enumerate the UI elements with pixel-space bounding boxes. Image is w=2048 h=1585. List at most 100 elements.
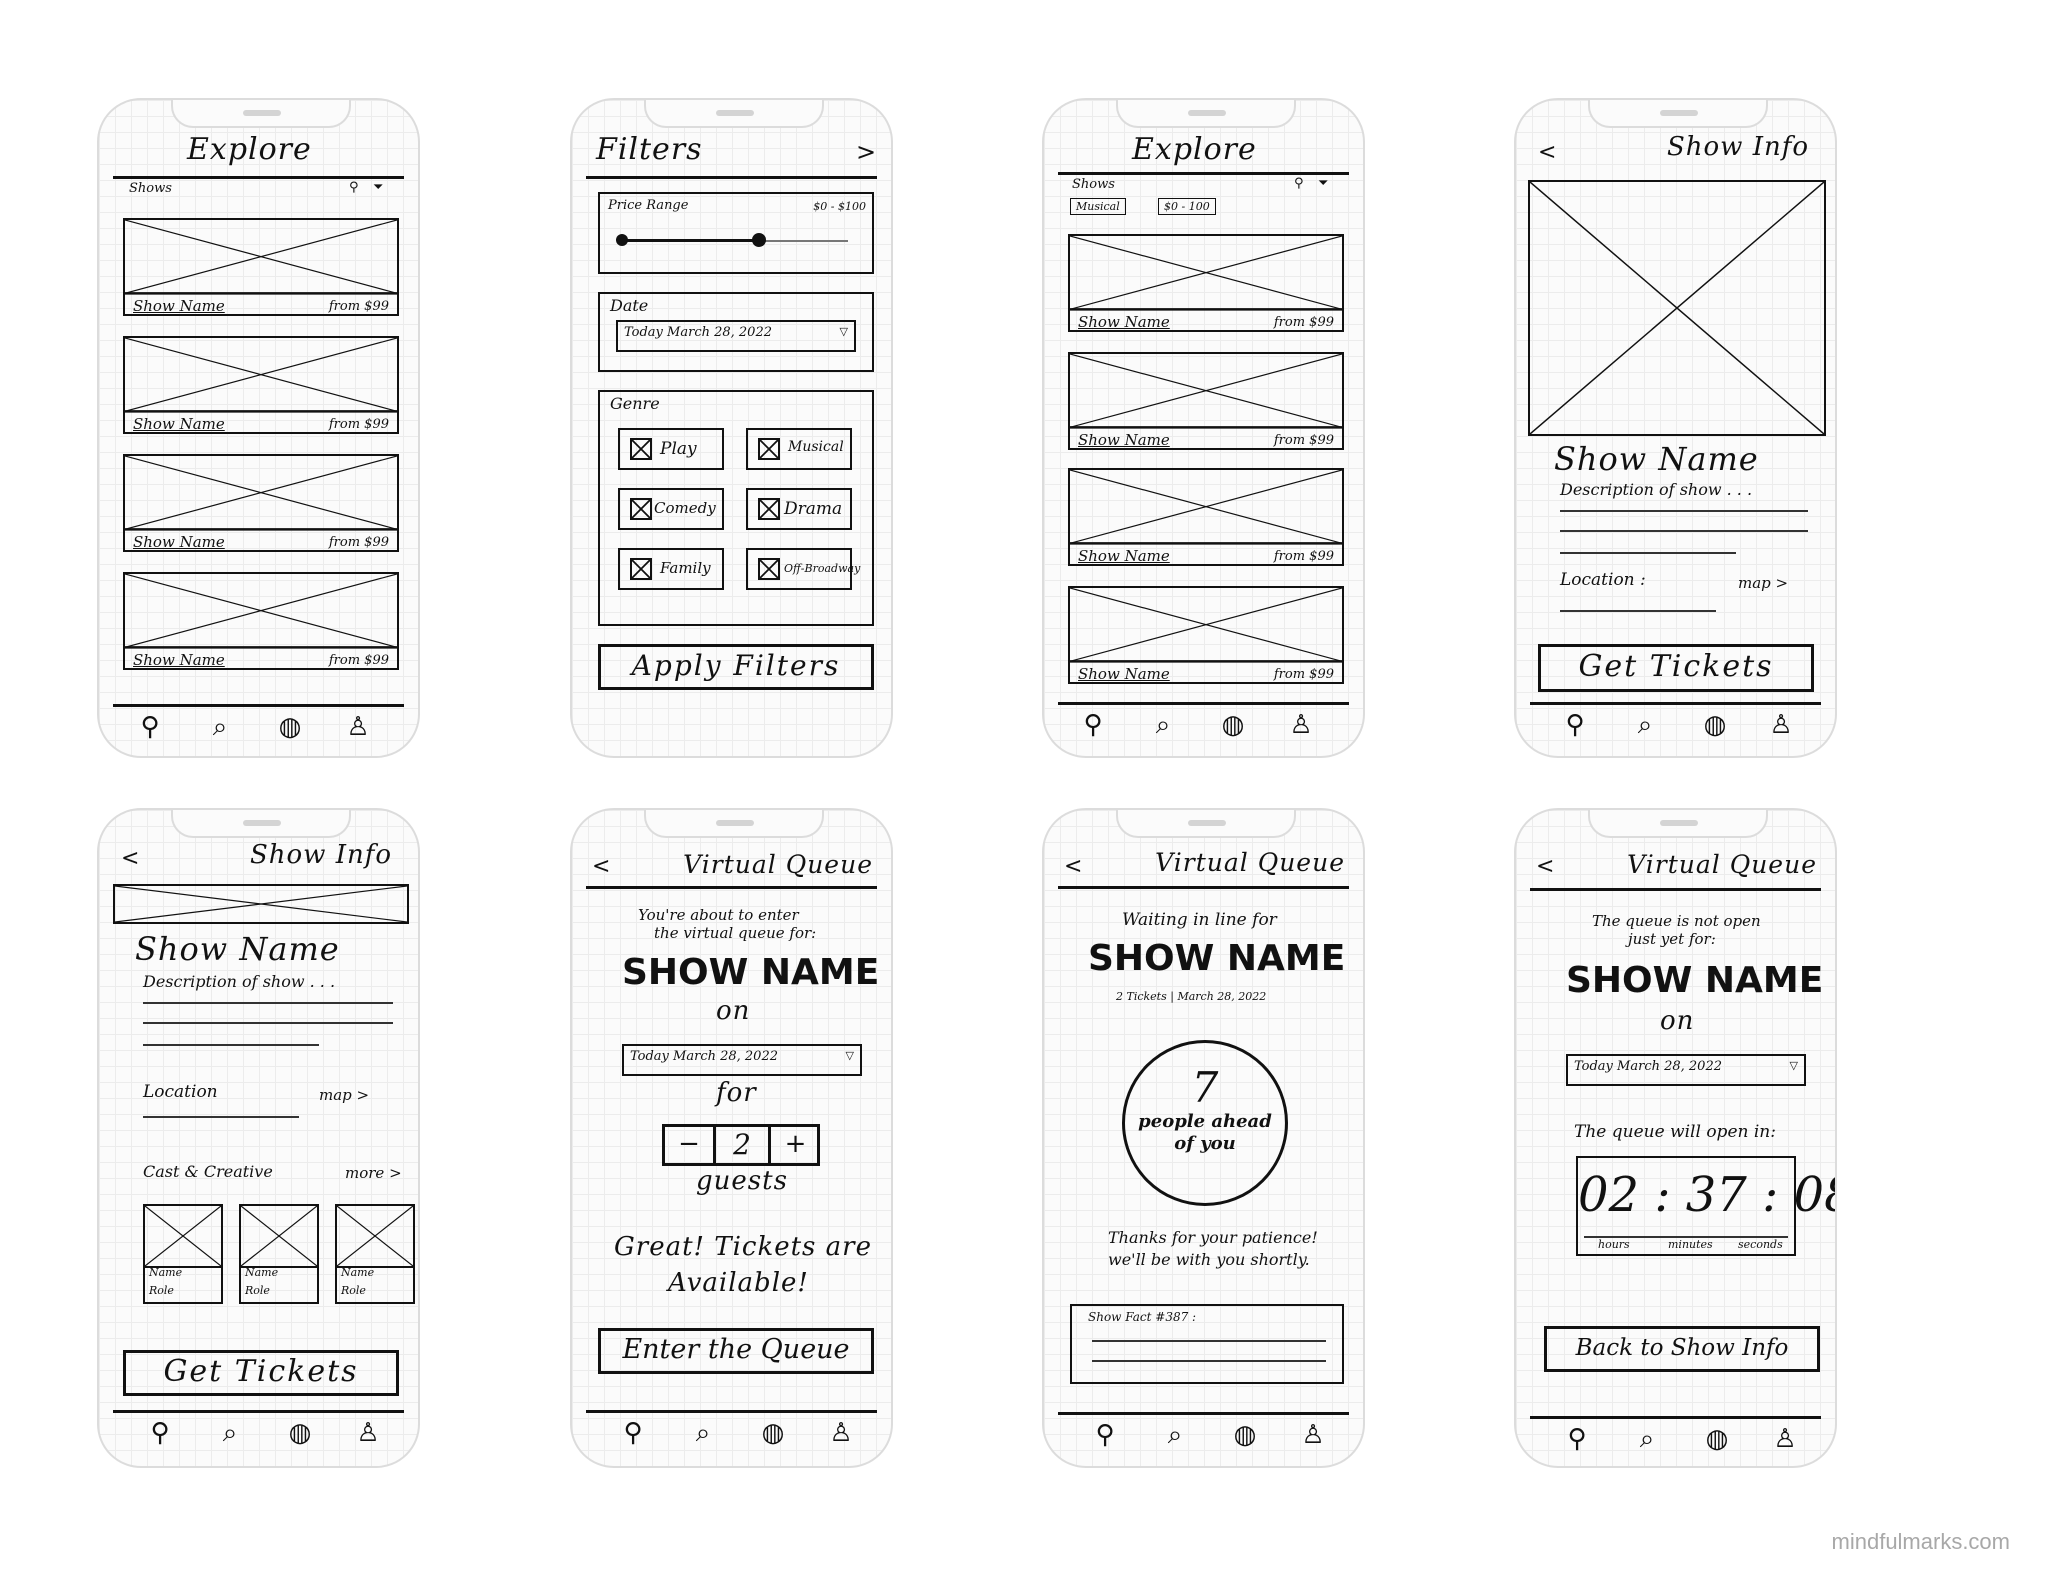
location-pin-icon[interactable]: ⚲	[1562, 1424, 1592, 1454]
search-icon[interactable]: ⌕	[1630, 710, 1660, 740]
hours-label: hours	[1598, 1238, 1630, 1251]
show-card[interactable]: Show Name from $99	[1068, 234, 1344, 332]
speaker-bar	[243, 110, 281, 116]
back-to-show-info-button[interactable]: Back to Show Info	[1544, 1326, 1820, 1372]
back-button[interactable]: <	[121, 846, 140, 871]
profile-icon[interactable]: ♙	[343, 712, 373, 742]
next-button[interactable]: >	[856, 138, 877, 166]
genre-checkbox-musical[interactable]: Musical	[746, 428, 852, 470]
get-tickets-button[interactable]: Get Tickets	[123, 1350, 399, 1396]
genre-checkbox-play[interactable]: Play	[618, 428, 724, 470]
cast-card[interactable]: Name Role	[143, 1204, 223, 1304]
location-pin-icon[interactable]: ⚲	[618, 1418, 648, 1448]
show-name: Show Name	[1078, 313, 1170, 331]
show-price: from $99	[328, 535, 389, 550]
globe-icon[interactable]: ◍	[1700, 710, 1730, 740]
show-name: Show Name	[133, 415, 225, 433]
profile-icon[interactable]: ♙	[1286, 710, 1316, 740]
filter-icon[interactable]: ⏷	[373, 180, 383, 195]
enter-queue-button[interactable]: Enter the Queue	[598, 1328, 874, 1374]
search-icon[interactable]: ⚲	[1294, 176, 1304, 191]
show-price: from $99	[1273, 433, 1334, 448]
date-dropdown[interactable]: Today March 28, 2022 ▽	[616, 320, 856, 352]
show-card[interactable]: Show Name from $99	[123, 572, 399, 670]
show-card[interactable]: Show Name from $99	[123, 454, 399, 552]
genre-checkbox-drama[interactable]: Drama	[746, 488, 852, 530]
map-link[interactable]: map >	[319, 1086, 369, 1104]
show-price: from $99	[328, 417, 389, 432]
globe-icon[interactable]: ◍	[1702, 1424, 1732, 1454]
location-pin-icon[interactable]: ⚲	[145, 1418, 175, 1448]
intro-text: just yet for:	[1628, 930, 1716, 948]
page-title: Virtual Queue	[1627, 850, 1817, 879]
increment-button[interactable]: +	[768, 1127, 820, 1163]
back-button[interactable]: <	[1064, 854, 1083, 879]
speaker-bar	[1188, 110, 1226, 116]
show-card[interactable]: Show Name from $99	[1068, 586, 1344, 684]
decrement-button[interactable]: −	[665, 1127, 716, 1163]
date-dropdown[interactable]: Today March 28, 2022 ▽	[1566, 1054, 1806, 1086]
date-value: Today March 28, 2022	[1574, 1059, 1722, 1074]
location-label: Location	[143, 1082, 218, 1102]
search-icon[interactable]: ⌕	[688, 1418, 718, 1448]
section-label: Shows	[129, 181, 172, 196]
profile-icon[interactable]: ♙	[1770, 1424, 1800, 1454]
checked-box-icon	[758, 438, 780, 460]
filter-chip[interactable]: $0 - 100	[1158, 198, 1216, 215]
show-card[interactable]: Show Name from $99	[1068, 468, 1344, 566]
date-dropdown[interactable]: Today March 28, 2022 ▽	[622, 1044, 862, 1076]
back-button[interactable]: <	[1536, 854, 1555, 879]
globe-icon[interactable]: ◍	[285, 1418, 315, 1448]
show-card[interactable]: Show Name from $99	[123, 336, 399, 434]
globe-icon[interactable]: ◍	[1230, 1420, 1260, 1450]
location-pin-icon[interactable]: ⚲	[1560, 710, 1590, 740]
cast-name: Name	[245, 1266, 279, 1279]
globe-icon[interactable]: ◍	[1218, 710, 1248, 740]
show-card[interactable]: Show Name from $99	[123, 218, 399, 316]
show-card[interactable]: Show Name from $99	[1068, 352, 1344, 450]
apply-filters-button[interactable]: Apply Filters	[598, 644, 874, 690]
back-button[interactable]: <	[1538, 140, 1557, 165]
show-name: Show Name	[133, 297, 225, 315]
profile-icon[interactable]: ♙	[1766, 710, 1796, 740]
bottom-nav: ⚲ ⌕ ◍ ♙	[1516, 1418, 1835, 1462]
cast-card[interactable]: Name Role	[239, 1204, 319, 1304]
search-icon[interactable]: ⚲	[349, 180, 359, 195]
cast-card[interactable]: Name Role	[335, 1204, 415, 1304]
get-tickets-button[interactable]: Get Tickets	[1538, 644, 1814, 692]
filter-icon[interactable]: ⏷	[1318, 176, 1328, 191]
bottom-nav: ⚲ ⌕ ◍ ♙	[1516, 704, 1835, 748]
map-link[interactable]: map >	[1738, 574, 1788, 592]
phone-filters: Filters > Price Range $0 - $100 Date Tod…	[570, 98, 893, 758]
search-icon[interactable]: ⌕	[1632, 1424, 1662, 1454]
location-pin-icon[interactable]: ⚲	[1090, 1420, 1120, 1450]
slider-min-handle[interactable]	[616, 234, 628, 246]
speaker-bar	[716, 820, 754, 826]
quantity-value: 2	[733, 1128, 751, 1161]
search-icon[interactable]: ⌕	[215, 1418, 245, 1448]
for-label: for	[716, 1078, 757, 1108]
show-name: SHOW NAME	[1566, 960, 1824, 1001]
back-button[interactable]: <	[592, 854, 611, 879]
slider-max-handle[interactable]	[752, 233, 766, 247]
profile-icon[interactable]: ♙	[353, 1418, 383, 1448]
avatar-placeholder	[241, 1206, 317, 1268]
genre-checkbox-off-broadway[interactable]: Off-Broadway	[746, 548, 860, 590]
search-icon[interactable]: ⌕	[205, 712, 235, 742]
bottom-nav: ⚲ ⌕ ◍ ♙	[99, 1412, 418, 1456]
search-icon[interactable]: ⌕	[1160, 1420, 1190, 1450]
genre-checkbox-family[interactable]: Family	[618, 548, 724, 590]
cast-name: Name	[149, 1266, 183, 1279]
profile-icon[interactable]: ♙	[826, 1418, 856, 1448]
more-link[interactable]: more >	[345, 1164, 402, 1182]
genre-checkbox-comedy[interactable]: Comedy	[618, 488, 724, 530]
globe-icon[interactable]: ◍	[758, 1418, 788, 1448]
search-icon[interactable]: ⌕	[1148, 710, 1178, 740]
globe-icon[interactable]: ◍	[275, 712, 305, 742]
filter-chip[interactable]: Musical	[1070, 198, 1126, 215]
text-line	[1092, 1360, 1326, 1362]
location-pin-icon[interactable]: ⚲	[1078, 710, 1108, 740]
location-pin-icon[interactable]: ⚲	[135, 712, 165, 742]
profile-icon[interactable]: ♙	[1298, 1420, 1328, 1450]
page-title: Show Info	[249, 840, 392, 870]
